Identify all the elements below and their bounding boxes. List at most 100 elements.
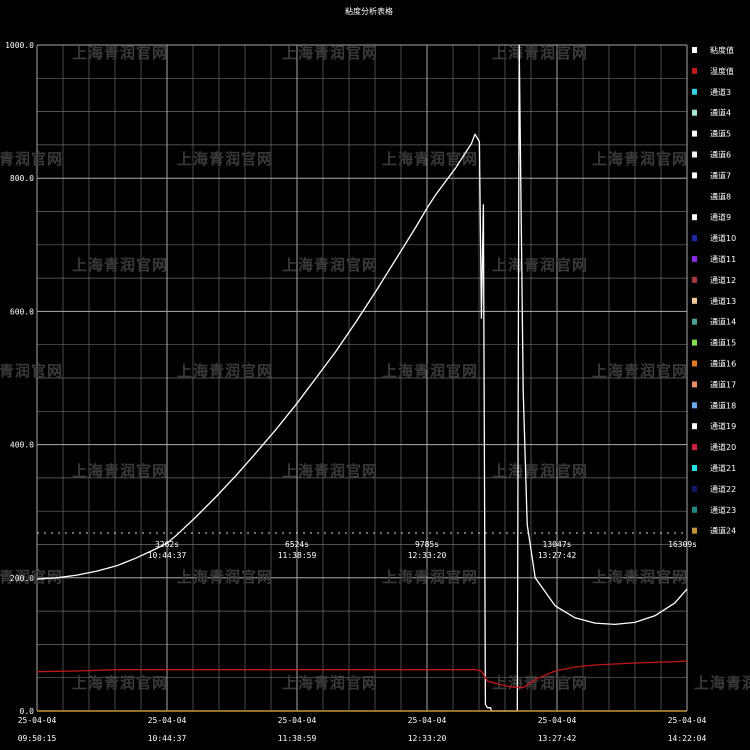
legend-swatch [692, 423, 697, 430]
legend-label: 通道21 [710, 463, 736, 473]
watermark-text: 上海青润官网 [492, 256, 588, 274]
legend-label: 通道18 [710, 400, 736, 410]
legend-swatch [692, 276, 697, 283]
legend-swatch [692, 235, 697, 242]
chart-svg: 粘度分析表格 上海青润官网上海青润官网上海青润官网上海青润官网上海青润官网上海青… [0, 6, 750, 743]
watermark-text: 上海青润官网 [177, 362, 273, 380]
legend-label: 通道13 [710, 296, 736, 306]
x-tick-date: 25-04-04 [148, 716, 187, 725]
legend-swatch [692, 506, 697, 513]
legend-label: 通道23 [710, 505, 736, 515]
y-tick-label: 0.0 [20, 707, 35, 716]
watermark-text: 上海青润官网 [177, 568, 273, 586]
legend-swatch [692, 381, 697, 388]
legend-label: 通道5 [710, 129, 731, 139]
x-tick-date: 25-04-04 [538, 716, 577, 725]
x-tick-time: 14:22:04 [668, 734, 707, 743]
legend-swatch [692, 109, 697, 116]
legend-swatch [692, 444, 697, 451]
legend-swatch [692, 485, 697, 492]
elapsed-tick-seconds: 9785s [415, 540, 439, 549]
legend-swatch [692, 318, 697, 325]
legend-label: 通道16 [710, 359, 736, 369]
elapsed-tick-seconds: 13047s [543, 540, 572, 549]
legend-label: 通道6 [710, 150, 731, 160]
legend: 粘度值温度值通道3 通道4 通道5 通道6 通道7 通道8 通道9 通道10 通道11 通道12 通… [692, 45, 736, 536]
y-tick-label: 1000.0 [5, 41, 34, 50]
legend-label: 通道12 [710, 275, 736, 285]
legend-label: 通道3 [710, 87, 731, 97]
legend-label: 通道15 [710, 338, 736, 348]
watermark-text: 上海青润官网 [72, 44, 168, 62]
watermark-text: 上海青润官网 [72, 674, 168, 692]
watermark-text: 上海青润官网 [282, 462, 378, 480]
legend-label: 通道24 [710, 526, 736, 536]
x-tick-date: 25-04-04 [668, 716, 707, 725]
y-tick-label: 800.0 [10, 174, 34, 183]
x-tick-date: 25-04-04 [278, 716, 317, 725]
legend-swatch [692, 465, 697, 471]
grid [36, 44, 688, 712]
legend-label: 通道4 [710, 108, 731, 118]
watermark-text: 上海青润官网 [492, 462, 588, 480]
legend-swatch [692, 67, 697, 74]
elapsed-tick-time: 11:38:59 [278, 551, 317, 560]
legend-label: 通道9 [710, 212, 731, 222]
watermark-text: 上海青润官网 [282, 674, 378, 692]
watermark-text: 上海青润官网 [282, 256, 378, 274]
axes: 1000.0800.0600.0400.0200.00.025-04-0409:… [5, 41, 706, 743]
elapsed-tick-time: 10:44:37 [148, 551, 187, 560]
legend-label: 通道20 [710, 442, 736, 452]
x-tick-date: 25-04-04 [18, 716, 57, 725]
legend-label: 通道17 [710, 379, 736, 389]
watermark-text: 上海青润官网 [592, 568, 688, 586]
legend-swatch [692, 256, 697, 262]
watermark-text: 上海青润官网 [492, 44, 588, 62]
elapsed-tick-time: 13:27:42 [538, 551, 577, 560]
legend-label: 通道22 [710, 484, 736, 494]
chart-title: 粘度分析表格 [345, 6, 393, 16]
x-tick-time: 12:33:20 [408, 734, 447, 743]
legend-swatch [692, 527, 697, 534]
legend-swatch [692, 214, 697, 221]
legend-swatch [692, 130, 697, 137]
legend-swatch [692, 297, 697, 304]
watermark-text: 上海青润官网 [592, 362, 688, 380]
elapsed-tick-seconds: 16309s [668, 540, 697, 549]
elapsed-tick-seconds: 6524s [285, 540, 309, 549]
watermark-text: 上海青润官网 [177, 150, 273, 168]
legend-label: 通道11 [710, 254, 736, 264]
legend-swatch [692, 47, 697, 53]
legend-swatch [692, 88, 697, 95]
legend-label: 温度值 [710, 66, 734, 76]
legend-swatch [692, 339, 697, 346]
watermark-text: 上海青润官网 [0, 150, 63, 168]
watermark-text: 上海青润官网 [592, 150, 688, 168]
legend-swatch [692, 172, 697, 179]
legend-swatch [692, 151, 697, 158]
y-tick-label: 600.0 [10, 307, 34, 316]
legend-swatch [692, 193, 697, 200]
x-tick-time: 10:44:37 [148, 734, 187, 743]
legend-label: 通道7 [710, 170, 731, 180]
watermark-text: 上海青润官网 [382, 568, 478, 586]
legend-label: 通道10 [710, 233, 736, 243]
watermark-text: 上海青润官网 [72, 462, 168, 480]
x-tick-time: 11:38:59 [278, 734, 317, 743]
x-tick-date: 25-04-04 [408, 716, 447, 725]
elapsed-tick-time: 12:33:20 [408, 551, 447, 560]
legend-label: 通道19 [710, 421, 736, 431]
x-tick-time: 13:27:42 [538, 734, 577, 743]
watermark-text: 上海青润官网 [382, 150, 478, 168]
legend-swatch [692, 402, 697, 409]
watermark-text: 上海青润官网 [382, 362, 478, 380]
legend-label: 通道14 [710, 317, 736, 327]
y-tick-label: 200.0 [10, 574, 34, 583]
watermark-text: 上海青润官网 [0, 362, 63, 380]
x-tick-time: 09:50:15 [18, 734, 57, 743]
legend-label: 通道8 [710, 191, 731, 201]
legend-label: 粘度值 [710, 45, 734, 55]
watermark-text: 上海青润官网 [72, 256, 168, 274]
legend-swatch [692, 360, 697, 367]
watermark-text: 上海青润官网 [694, 674, 750, 692]
